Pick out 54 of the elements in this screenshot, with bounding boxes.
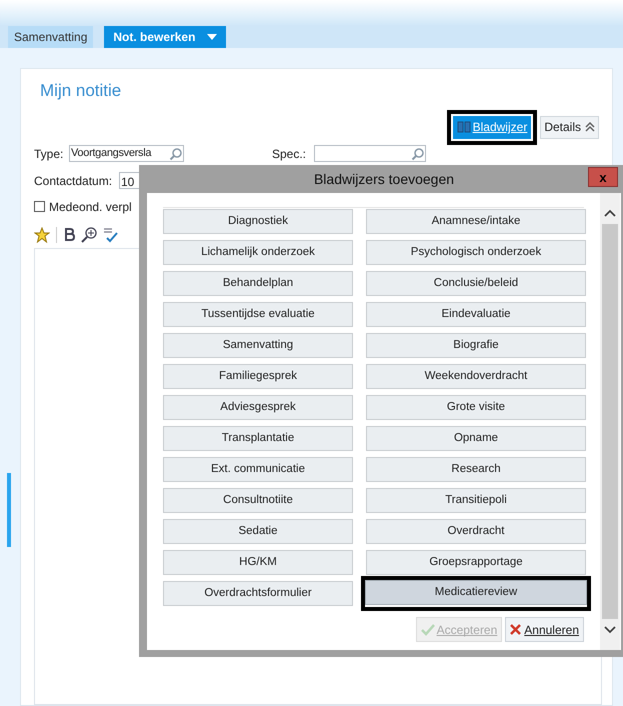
dialog-title: Bladwijzers toevoegen [314, 170, 454, 189]
note-title: Mijn notitie [39, 80, 122, 102]
close-button[interactable]: x [588, 167, 618, 187]
bookmark-option[interactable]: Conclusie/beleid [366, 271, 586, 296]
bookmark-option[interactable]: Groepsrapportage [366, 550, 586, 575]
bookmark-option[interactable]: Research [366, 457, 586, 482]
zoom-icon[interactable] [81, 226, 97, 242]
bookmark-option[interactable]: HG/KM [163, 550, 353, 575]
bookmark-option[interactable]: Eindevaluatie [366, 302, 586, 327]
bookmark-option[interactable]: Behandelplan [163, 271, 353, 296]
search-icon[interactable] [169, 146, 183, 160]
dropdown-icon[interactable] [207, 34, 218, 40]
bookmark-option[interactable]: Transplantatie [163, 426, 353, 451]
checkbox[interactable] [34, 201, 45, 212]
star-icon[interactable] [34, 226, 50, 242]
type-label: Type: [34, 146, 64, 162]
book-icon [456, 121, 471, 133]
details-button[interactable]: Details [540, 116, 599, 138]
bookmark-option[interactable]: Opname [366, 426, 586, 451]
chevron-up-icon [585, 122, 595, 132]
spellcheck-icon[interactable] [103, 226, 119, 242]
bookmark-option[interactable]: Tussentijdse evaluatie [163, 302, 353, 327]
bookmark-option[interactable]: Medicatiereview [365, 580, 587, 605]
type-field[interactable]: Voortgangsversla [69, 145, 184, 162]
bookmark-option[interactable]: Biografie [366, 333, 586, 358]
cancel-button[interactable]: Annuleren [505, 617, 584, 642]
search-icon[interactable] [411, 146, 425, 160]
bookmark-option[interactable]: Samenvatting [163, 333, 353, 358]
bold-icon[interactable] [63, 228, 75, 241]
scroll-up-icon [604, 208, 616, 218]
spec-field[interactable] [314, 145, 426, 162]
spec-label: Spec.: [272, 146, 308, 162]
bookmark-option[interactable]: Weekendoverdracht [366, 364, 586, 389]
bookmark-option[interactable]: Overdracht [366, 519, 586, 544]
tab[interactable]: Samenvatting [8, 26, 94, 48]
close-icon [510, 624, 522, 635]
scroll-thumb[interactable] [602, 224, 618, 619]
bookmark-option[interactable]: Familiegesprek [163, 364, 353, 389]
scrollbar[interactable] [600, 193, 620, 650]
bookmark-option[interactable]: Psychologisch onderzoek [366, 240, 586, 265]
scroll-down-icon [604, 625, 616, 635]
date-label: Contactdatum: [34, 172, 114, 190]
bookmark-option[interactable]: Sedatie [163, 519, 353, 544]
bookmark-option[interactable]: Consultnotiite [163, 488, 353, 513]
bookmark-option[interactable]: Transitiepoli [366, 488, 586, 513]
bookmark-option[interactable]: Ext. communicatie [163, 457, 353, 482]
check-icon [420, 624, 435, 636]
bookmark-option[interactable]: Diagnostiek [163, 209, 353, 234]
bookmark-option[interactable]: Overdrachtsformulier [163, 581, 353, 606]
bookmark-option[interactable]: Adviesgesprek [163, 395, 353, 420]
checkbox-label: Medeond. verpl [49, 198, 132, 216]
bookmark-option[interactable]: Anamnese/intake [366, 209, 586, 234]
bookmark-option[interactable]: Lichamelijk onderzoek [163, 240, 353, 265]
bookmark-option[interactable]: Grote visite [366, 395, 586, 420]
